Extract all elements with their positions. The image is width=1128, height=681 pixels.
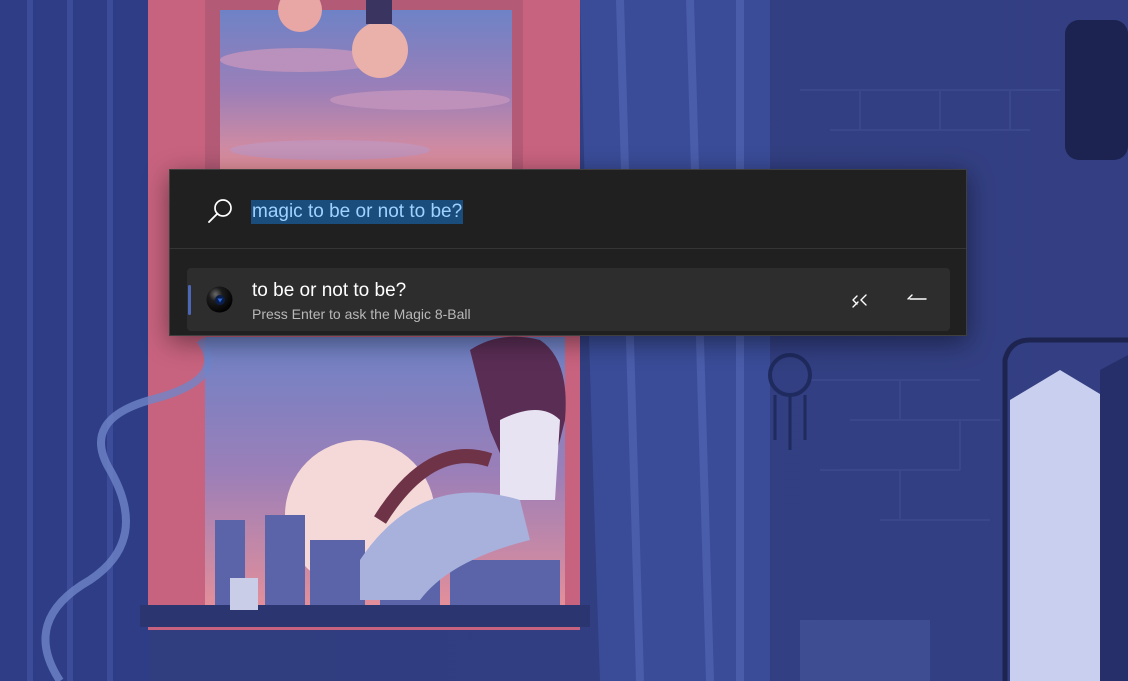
pin-icon [907, 294, 927, 300]
search-bar[interactable]: magic to be or not to be? [170, 170, 966, 249]
magic-8-ball-icon [206, 286, 233, 313]
result-title: to be or not to be? [252, 280, 407, 301]
collapse-icon [852, 294, 867, 308]
search-icon [208, 199, 232, 223]
launcher-window: magic to be or not to be? to be or not t… [169, 169, 967, 336]
result-item[interactable]: to be or not to be? Press Enter to ask t… [187, 268, 950, 331]
pin-button[interactable] [902, 285, 932, 315]
search-query-selection: magic to be or not to be? [251, 200, 464, 224]
collapse-button[interactable] [845, 285, 875, 315]
desktop-wallpaper [0, 0, 1128, 681]
selection-indicator [188, 285, 191, 315]
search-input[interactable]: magic to be or not to be? [251, 198, 464, 226]
result-subtitle: Press Enter to ask the Magic 8-Ball [252, 306, 471, 322]
